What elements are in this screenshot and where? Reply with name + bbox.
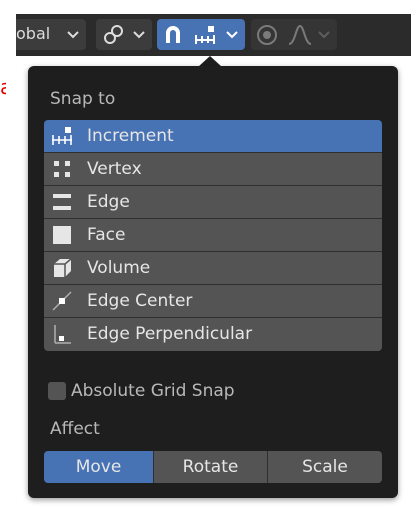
snap-item-edge-perpendicular[interactable]: Edge Perpendicular [44,318,382,351]
snap-item-increment[interactable]: Increment [44,120,382,153]
snap-item-label: Face [87,225,126,245]
pivot-point-icon [104,25,123,44]
proportional-editing-toggle[interactable] [251,19,283,50]
absolute-grid-snap-checkbox[interactable] [48,382,66,400]
snap-item-label: Edge Perpendicular [87,324,253,344]
falloff-dropdown[interactable] [285,19,337,50]
affect-heading: Affect [50,419,100,439]
smooth-falloff-icon [288,24,312,45]
affect-rotate-button[interactable]: Rotate [154,451,268,483]
snap-item-label: Volume [87,258,151,278]
snap-item-edge[interactable]: Edge [44,186,382,219]
snap-item-label: Edge Center [87,291,193,311]
volume-icon [54,258,72,277]
chevron-down-icon [226,31,238,39]
snap-item-face[interactable]: Face [44,219,382,252]
red-annotation-fragment: a [0,73,6,101]
edge-perpendicular-icon [54,325,71,344]
magnet-icon [166,26,180,43]
absolute-grid-snap-label: Absolute Grid Snap [71,381,235,401]
snap-group [157,19,245,50]
increment-icon [195,26,215,44]
snap-item-label: Vertex [87,159,142,179]
affect-segmented-control: Move Rotate Scale [44,451,382,483]
affect-move-button[interactable]: Move [44,451,154,483]
snap-target-list: Increment Vertex Edge Face Volume Edge C… [44,120,382,351]
chevron-down-icon [67,31,79,39]
snap-item-label: Increment [87,126,174,146]
face-icon [53,226,71,244]
chevron-down-icon [133,31,145,39]
screenshot-root: a obal [0,0,411,509]
snap-item-vertex[interactable]: Vertex [44,153,382,186]
proportional-editing-icon [257,25,277,45]
snap-item-label: Edge [87,192,130,212]
pivot-point-dropdown[interactable] [96,19,152,50]
transform-orientation-label: obal [16,24,51,43]
viewport-header-toolbar: obal [16,14,411,56]
proportional-editing-group [251,19,337,50]
snap-toggle-button[interactable] [157,19,189,50]
vertex-icon [54,161,70,177]
increment-icon [52,127,72,145]
edge-icon [53,194,71,210]
transform-orientation-dropdown[interactable]: obal [16,19,86,50]
snap-target-dropdown[interactable] [189,19,245,50]
affect-scale-button[interactable]: Scale [268,451,382,483]
chevron-down-icon [318,31,330,39]
snap-to-heading: Snap to [50,89,116,109]
edge-center-icon [52,291,72,311]
snap-item-edge-center[interactable]: Edge Center [44,285,382,318]
snap-item-volume[interactable]: Volume [44,252,382,285]
